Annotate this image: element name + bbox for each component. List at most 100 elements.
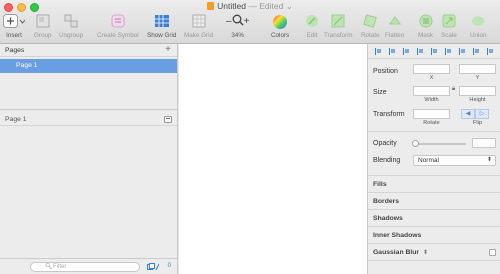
ungroup-icon — [59, 14, 83, 30]
rotate-button[interactable]: Rotate — [361, 14, 380, 39]
blending-value: Normal — [418, 157, 439, 164]
mask-icon — [418, 14, 433, 30]
transform-button[interactable]: Transform — [324, 14, 352, 39]
transform-label: Transform — [324, 32, 353, 39]
show-grid-label: Show Grid — [147, 32, 177, 39]
gaussian-blur-label: Gaussian Blur — [373, 249, 420, 256]
borders-label: Borders — [373, 198, 400, 205]
edit-button[interactable]: Edit — [305, 14, 319, 39]
collapse-layers-icon[interactable] — [164, 116, 172, 123]
gaussian-blur-checkbox[interactable] — [489, 249, 496, 256]
width-label: Width — [424, 97, 439, 103]
edited-status: — Edited — [248, 1, 284, 11]
union-label: Union — [470, 32, 487, 39]
canvas[interactable] — [179, 44, 367, 274]
color-wheel-icon — [271, 14, 289, 30]
fills-label: Fills — [373, 181, 387, 188]
inner-shadows-label: Inner Shadows — [373, 232, 422, 239]
insert-button[interactable]: Insert — [3, 14, 25, 39]
group-button[interactable]: Group — [34, 14, 52, 39]
search-icon: 🔍︎ — [45, 264, 53, 270]
page-list-item[interactable]: Page 1 — [0, 59, 177, 73]
union-button[interactable]: Union — [470, 14, 486, 39]
x-field[interactable] — [413, 64, 450, 74]
size-label: Size — [373, 89, 387, 96]
mask-button[interactable]: Mask — [418, 14, 433, 39]
colors-label: Colors — [271, 32, 290, 39]
align-left-icon[interactable] — [375, 48, 382, 55]
scale-icon — [441, 14, 457, 30]
fills-section[interactable]: Fills — [368, 176, 500, 193]
flatten-button[interactable]: Flatten — [385, 14, 404, 39]
borders-section[interactable]: Borders — [368, 193, 500, 210]
align-right-icon[interactable] — [417, 48, 424, 55]
flip-horizontal-button[interactable]: ◀ — [461, 109, 475, 119]
make-grid-button[interactable]: Make Grid — [184, 14, 213, 39]
rotate-field[interactable] — [413, 109, 450, 119]
ungroup-label: Ungroup — [59, 32, 84, 39]
chevron-down-icon[interactable]: ⌄ — [286, 1, 293, 11]
inner-shadows-section[interactable]: Inner Shadows — [368, 227, 500, 244]
geometry-section: Position X Y Size 🔒︎ Width Height Transf… — [368, 59, 500, 176]
colors-button[interactable]: Colors — [271, 14, 289, 39]
scale-button[interactable]: Scale — [441, 14, 457, 39]
width-field[interactable] — [413, 86, 450, 96]
rotate-label: Rotate — [361, 32, 380, 39]
pages-title: Pages — [5, 47, 25, 54]
distribute-vertical-icon[interactable] — [445, 48, 452, 55]
insert-label: Insert — [6, 32, 22, 39]
union-icon — [470, 14, 486, 30]
filter-input[interactable]: 🔍︎ Filter — [30, 262, 140, 272]
align-baseline-icon[interactable] — [487, 48, 494, 55]
ungroup-button[interactable]: Ungroup — [59, 14, 83, 39]
layer-list-header: Page 1 — [0, 113, 177, 126]
scale-label: Scale — [441, 32, 457, 39]
height-label: Height — [469, 97, 486, 103]
x-label: X — [429, 75, 434, 81]
zoom-control[interactable]: – + 34% — [226, 14, 249, 39]
gaussian-blur-section[interactable]: Gaussian Blur ⬍ — [368, 244, 500, 261]
shadows-label: Shadows — [373, 215, 403, 222]
shadows-section[interactable]: Shadows — [368, 210, 500, 227]
chevron-up-down-icon: ⬍ — [486, 157, 492, 163]
zoom-in-button[interactable]: + — [244, 16, 250, 27]
group-label: Group — [34, 32, 52, 39]
opacity-label: Opacity — [373, 140, 397, 147]
layers-sidebar: Pages + Page 1 Page 1 🔍︎ Filter 0 — [0, 44, 178, 274]
align-middle-icon[interactable] — [459, 48, 466, 55]
create-symbol-label: Create Symbol — [97, 32, 139, 39]
opacity-field[interactable] — [472, 138, 496, 148]
height-field[interactable] — [459, 86, 496, 96]
edit-icon — [305, 14, 319, 30]
blending-label: Blending — [373, 157, 401, 164]
opacity-slider-handle[interactable] — [412, 140, 419, 147]
y-label: Y — [475, 75, 480, 81]
plus-icon — [3, 14, 25, 30]
align-bottom-icon[interactable] — [473, 48, 480, 55]
toolbar: Untitled — Edited ⌄ Insert Group Ungroup… — [0, 0, 500, 44]
blending-select[interactable]: Normal ⬍ — [413, 155, 496, 166]
align-center-icon[interactable] — [403, 48, 410, 55]
opacity-slider-track[interactable] — [416, 143, 466, 145]
sidebar-footer: 🔍︎ Filter 0 — [0, 258, 177, 274]
add-page-button[interactable]: + — [165, 44, 171, 56]
export-count: 0 — [167, 263, 171, 269]
position-label: Position — [373, 68, 398, 75]
flatten-icon — [385, 14, 404, 30]
y-field[interactable] — [459, 64, 496, 74]
show-grid-button[interactable]: Show Grid — [147, 14, 176, 39]
distribute-horizontal-icon[interactable] — [389, 48, 396, 55]
create-symbol-button[interactable]: Create Symbol — [97, 14, 139, 39]
current-page-name: Page 1 — [5, 116, 27, 123]
blur-type-stepper-icon[interactable]: ⬍ — [423, 250, 428, 256]
align-top-icon[interactable] — [431, 48, 438, 55]
window-title: Untitled — Edited ⌄ — [0, 1, 500, 12]
filter-placeholder: Filter — [53, 264, 67, 270]
document-name: Untitled — [217, 1, 246, 11]
export-icon[interactable] — [147, 263, 160, 273]
pages-section: Pages + Page 1 — [0, 44, 177, 110]
lock-icon[interactable]: 🔒︎ — [452, 86, 455, 93]
create-symbol-icon — [97, 14, 139, 30]
zoom-level: 34% — [231, 32, 244, 39]
flip-vertical-button[interactable]: ▷ — [475, 109, 489, 119]
